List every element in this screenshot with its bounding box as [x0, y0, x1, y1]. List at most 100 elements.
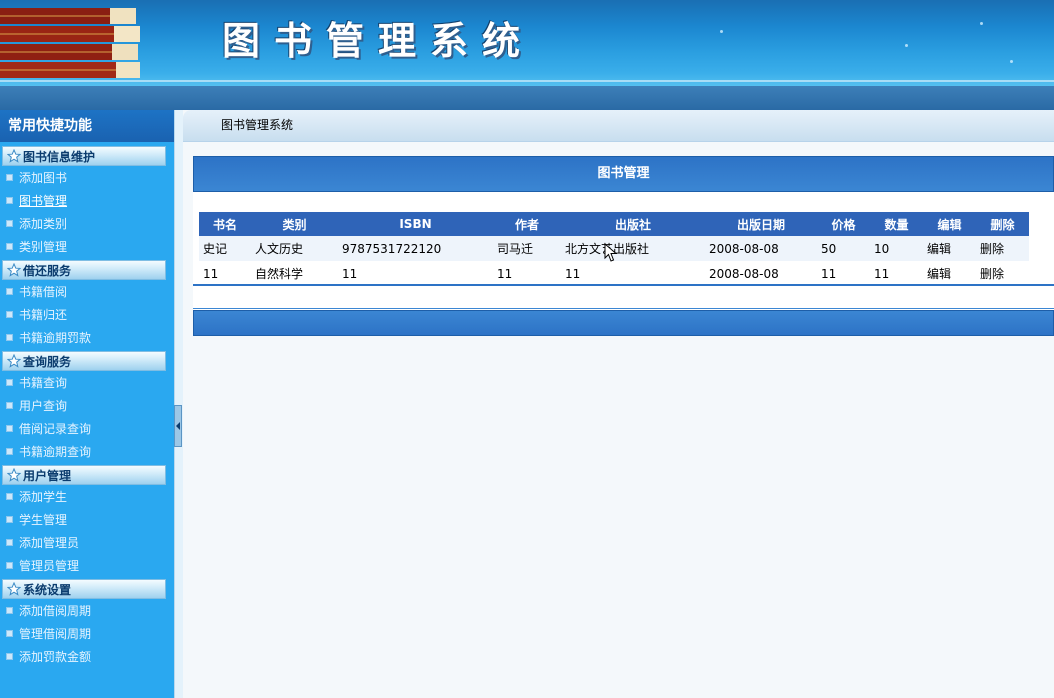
edit-link[interactable]: 编辑 — [923, 236, 976, 261]
group-head-settings[interactable]: 系统设置 — [2, 579, 166, 599]
app-header: 图书管理系统 — [0, 0, 1054, 86]
star-icon — [7, 582, 21, 596]
item-label: 书籍逾期罚款 — [19, 331, 92, 345]
group-head-query[interactable]: 查询服务 — [2, 351, 166, 371]
app-title: 图书管理系统 — [222, 18, 535, 63]
sparkle — [980, 22, 983, 25]
mouse-pointer-icon — [604, 243, 618, 262]
col-header: 编辑 — [923, 212, 976, 236]
sidebar-item-record-query[interactable]: 借阅记录查询 — [0, 417, 174, 440]
sidebar-item-student-manage[interactable]: 学生管理 — [0, 508, 174, 531]
table-row: 11 自然科学 11 11 11 2008-08-08 11 11 编辑 删除 — [199, 261, 1029, 286]
item-label: 学生管理 — [19, 513, 68, 527]
star-icon — [7, 468, 21, 482]
sidebar-item-user-query[interactable]: 用户查询 — [0, 394, 174, 417]
book-manage-panel: 图书管理 书名 类别 ISBN 作者 出版社 出版日期 价格 数量 编辑 删除 — [193, 156, 1054, 336]
sidebar-item-add-admin[interactable]: 添加管理员 — [0, 531, 174, 554]
cell: 11 — [338, 261, 493, 286]
sidebar-item-book-query[interactable]: 书籍查询 — [0, 371, 174, 394]
sidebar-item-add-category[interactable]: 添加类别 — [0, 212, 174, 235]
bullet-icon — [6, 607, 13, 614]
item-label: 书籍查询 — [19, 376, 68, 390]
group-head-book-info[interactable]: 图书信息维护 — [2, 146, 166, 166]
group-label: 系统设置 — [23, 582, 72, 597]
item-label: 添加学生 — [19, 490, 68, 504]
cell: 10 — [870, 236, 923, 261]
bullet-icon — [6, 493, 13, 500]
cell: 2008-08-08 — [705, 236, 817, 261]
col-header: 价格 — [817, 212, 870, 236]
sparkle — [1010, 60, 1013, 63]
bullet-icon — [6, 402, 13, 409]
bullet-icon — [6, 448, 13, 455]
sidebar-item-period-manage[interactable]: 管理借阅周期 — [0, 622, 174, 645]
item-label: 添加管理员 — [19, 536, 80, 550]
table-header-row: 书名 类别 ISBN 作者 出版社 出版日期 价格 数量 编辑 删除 — [199, 212, 1029, 236]
group-label: 用户管理 — [23, 468, 72, 483]
delete-link[interactable]: 删除 — [976, 236, 1029, 261]
cell: 2008-08-08 — [705, 261, 817, 286]
col-header: 删除 — [976, 212, 1029, 236]
group-head-borrow[interactable]: 借还服务 — [2, 260, 166, 280]
edit-link[interactable]: 编辑 — [923, 261, 976, 286]
sidebar-item-borrow[interactable]: 书籍借阅 — [0, 280, 174, 303]
item-label: 书籍逾期查询 — [19, 445, 92, 459]
bullet-icon — [6, 630, 13, 637]
sidebar-item-category-manage[interactable]: 类别管理 — [0, 235, 174, 258]
bullet-icon — [6, 539, 13, 546]
item-label: 管理借阅周期 — [19, 627, 92, 641]
col-header: 数量 — [870, 212, 923, 236]
item-label: 类别管理 — [19, 240, 68, 254]
item-label: 用户查询 — [19, 399, 68, 413]
main-content: 图书管理系统 图书管理 书名 类别 ISBN 作者 出版社 出版日期 价格 数量… — [183, 110, 1054, 698]
sidebar-item-add-student[interactable]: 添加学生 — [0, 485, 174, 508]
bullet-icon — [6, 379, 13, 386]
bullet-icon — [6, 220, 13, 227]
splitter[interactable] — [174, 110, 183, 698]
cell: 自然科学 — [251, 261, 338, 286]
sidebar-item-overdue-query[interactable]: 书籍逾期查询 — [0, 440, 174, 463]
item-label: 添加图书 — [19, 171, 68, 185]
item-label: 添加罚款金额 — [19, 650, 92, 664]
col-header: 类别 — [251, 212, 338, 236]
bullet-icon — [6, 334, 13, 341]
bullet-icon — [6, 425, 13, 432]
books-logo-icon — [0, 8, 140, 78]
sidebar-item-add-book[interactable]: 添加图书 — [0, 166, 174, 189]
collapse-sidebar-button[interactable] — [174, 405, 182, 447]
bullet-icon — [6, 243, 13, 250]
item-label: 借阅记录查询 — [19, 422, 92, 436]
group-label: 查询服务 — [23, 354, 72, 369]
arrow-left-icon — [176, 422, 180, 430]
sidebar-menu: 图书信息维护 添加图书 图书管理 添加类别 类别管理 借还服务 书籍借阅 书籍归… — [0, 144, 174, 668]
sidebar-item-overdue-fine[interactable]: 书籍逾期罚款 — [0, 326, 174, 349]
col-header: 出版社 — [561, 212, 705, 236]
panel-spacer — [193, 286, 1054, 309]
col-header: 书名 — [199, 212, 251, 236]
cell: 司马迁 — [493, 236, 561, 261]
sidebar-item-book-manage[interactable]: 图书管理 — [0, 189, 174, 212]
delete-link[interactable]: 删除 — [976, 261, 1029, 286]
star-icon — [7, 354, 21, 368]
item-label: 书籍借阅 — [19, 285, 68, 299]
sidebar-item-add-period[interactable]: 添加借阅周期 — [0, 599, 174, 622]
sidebar-item-admin-manage[interactable]: 管理员管理 — [0, 554, 174, 577]
sidebar-item-add-fine[interactable]: 添加罚款金额 — [0, 645, 174, 668]
bullet-icon — [6, 516, 13, 523]
breadcrumb: 图书管理系统 — [183, 110, 1054, 142]
sparkle — [905, 44, 908, 47]
cell: 11 — [870, 261, 923, 286]
cell: 11 — [817, 261, 870, 286]
group-label: 图书信息维护 — [23, 149, 96, 164]
col-header: 出版日期 — [705, 212, 817, 236]
cell: 史记 — [199, 236, 251, 261]
sidebar-item-return[interactable]: 书籍归还 — [0, 303, 174, 326]
group-head-users[interactable]: 用户管理 — [2, 465, 166, 485]
cell: 11 — [199, 261, 251, 286]
star-icon — [7, 149, 21, 163]
bullet-icon — [6, 288, 13, 295]
sparkle — [720, 30, 723, 33]
cell: 50 — [817, 236, 870, 261]
header-band — [0, 86, 1054, 110]
group-label: 借还服务 — [23, 263, 72, 278]
